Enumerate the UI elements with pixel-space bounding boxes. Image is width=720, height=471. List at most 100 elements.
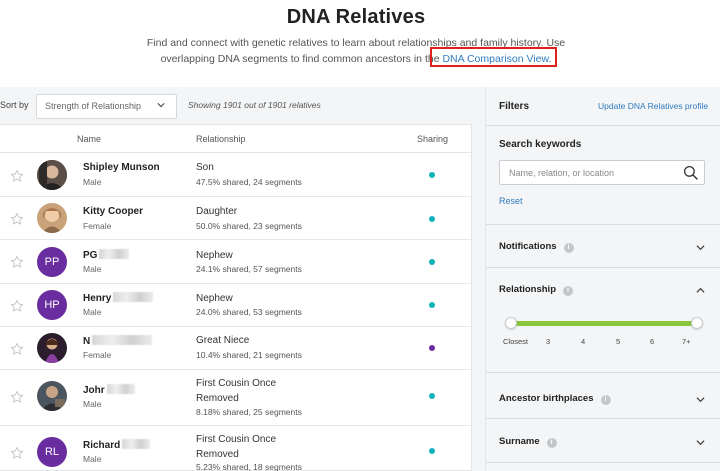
table-row[interactable]: Shipley Munson Male Son 47.5% shared, 24… bbox=[0, 153, 472, 197]
relative-name[interactable]: N bbox=[83, 335, 153, 347]
redacted-surname bbox=[99, 249, 130, 259]
chevron-down-icon[interactable] bbox=[696, 395, 705, 404]
chevron-down-icon[interactable] bbox=[696, 243, 705, 252]
relative-name-text: Henry bbox=[83, 293, 112, 304]
slider-tick-label: 5 bbox=[616, 337, 621, 346]
shared-dna: 8.18% shared, 25 segments bbox=[196, 407, 302, 417]
avatar[interactable]: RL bbox=[37, 437, 67, 467]
table-row[interactable]: RL Richard Male First Cousin Once Remove… bbox=[0, 426, 472, 471]
relative-sex: Male bbox=[83, 399, 102, 409]
page-title: DNA Relatives bbox=[286, 6, 426, 28]
column-header-name[interactable]: Name bbox=[77, 134, 101, 144]
relative-sex: Male bbox=[83, 307, 102, 317]
star-icon[interactable] bbox=[10, 342, 24, 356]
relationship-line-1: First Cousin Once bbox=[196, 434, 277, 445]
relative-name-text: PG bbox=[83, 250, 98, 261]
ancestor-birthplaces-section[interactable]: Ancestor birthplaces i bbox=[499, 393, 611, 405]
search-input[interactable]: Name, relation, or location bbox=[499, 160, 705, 185]
shared-dna: 24.1% shared, 57 segments bbox=[196, 264, 302, 274]
notifications-label: Notifications bbox=[499, 241, 557, 252]
relationship: Nephew bbox=[196, 293, 233, 304]
relationship: Daughter bbox=[196, 206, 238, 217]
sort-select[interactable]: Strength of Relationship bbox=[36, 94, 177, 119]
relationship-slider-track[interactable] bbox=[510, 321, 698, 326]
surname-section[interactable]: Surname i bbox=[499, 436, 557, 448]
notifications-section[interactable]: Notifications i bbox=[499, 241, 574, 253]
update-profile-link[interactable]: Update DNA Relatives profile bbox=[598, 101, 708, 111]
relative-sex: Male bbox=[83, 264, 102, 274]
sharing-status-dot bbox=[429, 393, 435, 399]
search-icon[interactable] bbox=[683, 165, 699, 181]
relatives-table: Name Relationship Sharing Shipley Munson… bbox=[0, 124, 472, 471]
relative-sex: Male bbox=[83, 454, 102, 464]
avatar[interactable] bbox=[37, 381, 67, 411]
info-icon[interactable]: i bbox=[546, 438, 557, 448]
avatar[interactable] bbox=[37, 203, 67, 233]
table-row[interactable]: N Female Great Niece 10.4% shared, 21 se… bbox=[0, 327, 472, 370]
relative-sex: Female bbox=[83, 350, 112, 360]
table-row[interactable]: PP PG Male Nephew 24.1% shared, 57 segme… bbox=[0, 240, 472, 284]
relationship-label: Relationship bbox=[499, 284, 557, 295]
chevron-up-icon[interactable] bbox=[696, 286, 705, 295]
relationship: Son bbox=[196, 162, 214, 173]
relative-name[interactable]: PG bbox=[83, 249, 130, 261]
slider-tick-label: 3 bbox=[546, 337, 551, 346]
relative-name[interactable]: Richard bbox=[83, 439, 151, 451]
relationship-line-1: First Cousin Once bbox=[196, 378, 277, 389]
sharing-status-dot bbox=[429, 172, 435, 178]
reset-link[interactable]: Reset bbox=[499, 196, 523, 206]
avatar[interactable] bbox=[37, 160, 67, 190]
shared-dna: 10.4% shared, 21 segments bbox=[196, 350, 302, 360]
avatar[interactable]: HP bbox=[37, 290, 67, 320]
sharing-status-dot bbox=[429, 216, 435, 222]
sharing-status-dot bbox=[429, 345, 435, 351]
star-icon[interactable] bbox=[10, 299, 24, 313]
chevron-down-icon bbox=[157, 103, 165, 108]
shared-dna: 47.5% shared, 24 segments bbox=[196, 177, 302, 187]
slider-handle-min[interactable] bbox=[505, 317, 517, 329]
relative-name[interactable]: Johr bbox=[83, 384, 135, 396]
relative-name-text: N bbox=[83, 336, 91, 347]
info-icon[interactable]: i bbox=[563, 243, 574, 253]
table-row[interactable]: HP Henry Male Nephew 24.0% shared, 53 se… bbox=[0, 284, 472, 327]
table-header: Name Relationship Sharing bbox=[0, 125, 472, 153]
info-icon[interactable]: i bbox=[563, 286, 574, 296]
redacted-surname bbox=[92, 335, 153, 345]
relative-name[interactable]: Kitty Cooper bbox=[83, 206, 143, 217]
column-header-relationship[interactable]: Relationship bbox=[196, 134, 246, 144]
column-header-sharing[interactable]: Sharing bbox=[417, 134, 448, 144]
info-icon[interactable]: i bbox=[600, 395, 611, 405]
surname-label: Surname bbox=[499, 436, 540, 447]
filters-title: Filters bbox=[499, 101, 530, 112]
slider-tick-label: 4 bbox=[581, 337, 586, 346]
avatar[interactable]: PP bbox=[37, 247, 67, 277]
intro-text: Find and connect with genetic relatives … bbox=[0, 35, 712, 67]
divider bbox=[486, 224, 720, 225]
chevron-down-icon[interactable] bbox=[696, 438, 705, 447]
ancestor-birthplaces-label: Ancestor birthplaces bbox=[499, 393, 594, 404]
relative-name[interactable]: Shipley Munson bbox=[83, 162, 160, 173]
divider bbox=[486, 125, 720, 126]
star-icon[interactable] bbox=[10, 169, 24, 183]
divider bbox=[486, 462, 720, 463]
relative-name[interactable]: Henry bbox=[83, 292, 154, 304]
relative-name-text: Richard bbox=[83, 440, 121, 451]
star-icon[interactable] bbox=[10, 255, 24, 269]
search-placeholder: Name, relation, or location bbox=[509, 168, 615, 178]
avatar[interactable] bbox=[37, 333, 67, 363]
highlight-box bbox=[430, 47, 557, 67]
sort-label: Sort by bbox=[0, 100, 29, 110]
relative-sex: Male bbox=[83, 177, 102, 187]
search-keywords-label: Search keywords bbox=[499, 139, 582, 150]
table-row[interactable]: Johr Male First Cousin Once Removed 8.18… bbox=[0, 370, 472, 426]
relationship-section[interactable]: Relationship i bbox=[499, 284, 574, 296]
star-icon[interactable] bbox=[10, 446, 24, 460]
slider-handle-max[interactable] bbox=[691, 317, 703, 329]
table-row[interactable]: Kitty Cooper Female Daughter 50.0% share… bbox=[0, 197, 472, 240]
star-icon[interactable] bbox=[10, 212, 24, 226]
star-icon[interactable] bbox=[10, 390, 24, 404]
intro-line-2-prefix: overlapping DNA segments to find common … bbox=[160, 53, 443, 65]
showing-count: Showing 1901 out of 1901 relatives bbox=[188, 100, 321, 110]
redacted-surname bbox=[106, 384, 135, 394]
sort-select-value: Strength of Relationship bbox=[45, 101, 142, 111]
